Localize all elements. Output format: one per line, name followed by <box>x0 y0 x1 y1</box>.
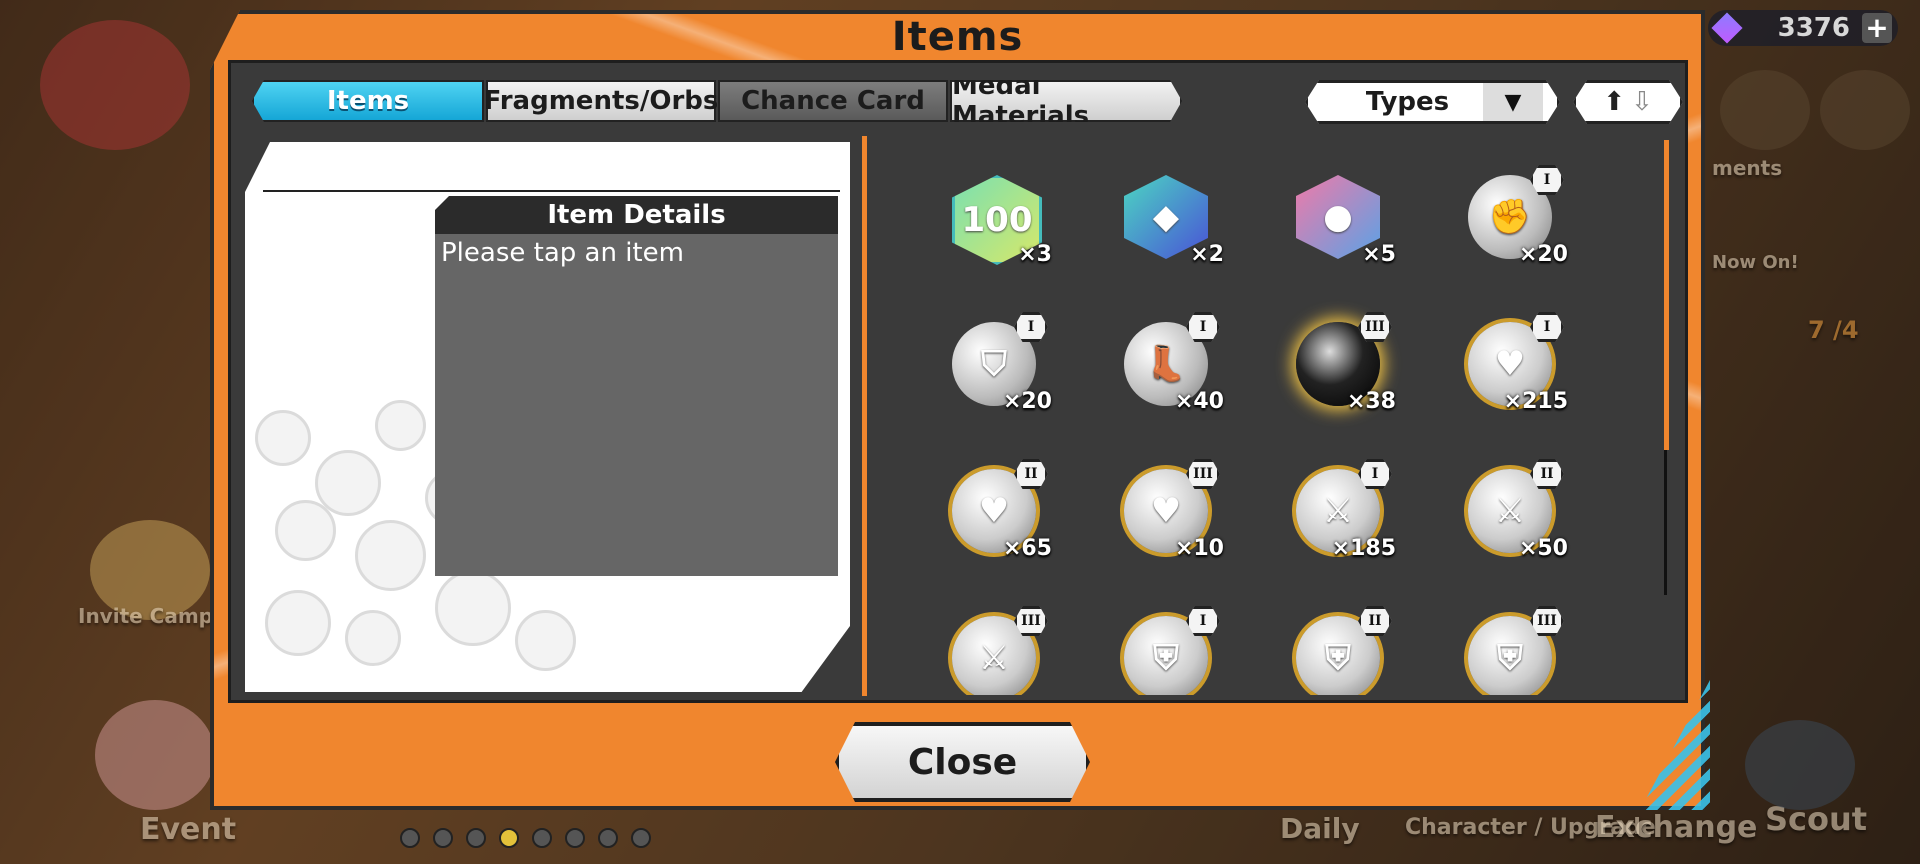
close-button[interactable]: Close <box>835 722 1090 802</box>
item-slot[interactable]: ◆ ×2 <box>1114 165 1224 275</box>
item-quantity: ×215 <box>1503 389 1568 414</box>
chevron-down-icon: ▼ <box>1483 83 1543 121</box>
item-quantity: ×185 <box>1331 536 1396 561</box>
item-quantity: ×40 <box>1174 389 1224 414</box>
types-filter-dropdown[interactable]: Types ▼ <box>1305 80 1560 124</box>
item-slot[interactable]: ♥ I ×215 <box>1458 312 1568 422</box>
page-dot[interactable] <box>598 828 618 848</box>
menu-icon <box>1820 70 1910 150</box>
page-dot[interactable] <box>466 828 486 848</box>
avatar-icon <box>40 20 190 150</box>
item-slot[interactable]: ⚔ I ×185 <box>1286 459 1396 569</box>
add-currency-button[interactable]: + <box>1862 13 1892 43</box>
currency-amount: 3376 <box>1777 13 1850 43</box>
now-on-label: Now On! <box>1712 252 1799 273</box>
item-slot[interactable]: ● ×5 <box>1286 165 1396 275</box>
page-indicator <box>400 828 651 848</box>
item-slot[interactable]: ♥ II ×65 <box>942 459 1052 569</box>
gem-icon <box>1711 12 1743 44</box>
page-dot[interactable] <box>565 828 585 848</box>
dialog-title: Items <box>891 14 1024 60</box>
tab-items[interactable]: Items <box>252 80 484 122</box>
item-quantity: ×5 <box>1362 242 1396 267</box>
item-quantity: ×38 <box>1346 389 1396 414</box>
item-slot[interactable]: ⛨ I <box>1114 606 1224 695</box>
counter-label: 7 /4 <box>1808 316 1859 344</box>
ments-label: ments <box>1712 156 1783 180</box>
item-slot[interactable]: ⛨ III <box>1458 606 1568 695</box>
item-quantity: ×2 <box>1190 242 1224 267</box>
item-quantity: ×50 <box>1518 536 1568 561</box>
item-slot[interactable]: ⚔ III <box>942 606 1052 695</box>
arrow-up-icon: ⬆ <box>1603 87 1625 117</box>
item-slot[interactable]: ♥ III ×10 <box>1114 459 1224 569</box>
item-quantity: ×65 <box>1002 536 1052 561</box>
scrollbar-thumb[interactable] <box>1664 140 1669 450</box>
item-details-text: Please tap an item <box>441 238 684 268</box>
item-quantity: ×10 <box>1174 536 1224 561</box>
scout-icon <box>1745 720 1855 810</box>
item-slot[interactable]: ✊ I ×20 <box>1458 165 1568 275</box>
daily-label: Daily <box>1280 812 1360 845</box>
panel-divider <box>862 136 867 696</box>
scrollbar-track[interactable] <box>1664 450 1667 595</box>
item-slot[interactable]: III ×38 <box>1286 312 1396 422</box>
arrow-down-icon: ⇩ <box>1631 87 1653 117</box>
item-details-body <box>435 234 838 576</box>
item-details-header: Item Details <box>435 196 838 234</box>
gift-icon <box>1720 70 1810 150</box>
items-grid: 100 ×3 ◆ ×2 ● ×5 ✊ I ×20 ⛉ I ×20 👢 I ×40 III ×38 ♥ I ×215 ♥ I… <box>872 140 1662 695</box>
item-quantity: ×3 <box>1018 242 1052 267</box>
page-dot[interactable] <box>631 828 651 848</box>
tab-medal-materials[interactable]: Medal Materials <box>950 80 1182 122</box>
item-slot[interactable]: ⛉ I ×20 <box>942 312 1052 422</box>
page-dot[interactable] <box>499 828 519 848</box>
item-slot[interactable]: 👢 I ×40 <box>1114 312 1224 422</box>
item-slot[interactable]: ⛨ II <box>1286 606 1396 695</box>
event-label: Event <box>140 812 237 847</box>
exchange-label: Exchange <box>1595 810 1758 845</box>
item-slot[interactable]: 100 ×3 <box>942 165 1052 275</box>
item-quantity: ×20 <box>1002 389 1052 414</box>
page-dot[interactable] <box>400 828 420 848</box>
page-dot[interactable] <box>532 828 552 848</box>
item-slot[interactable]: ⚔ II ×50 <box>1458 459 1568 569</box>
sort-order-button[interactable]: ⬆ ⇩ <box>1573 80 1683 124</box>
page-dot[interactable] <box>433 828 453 848</box>
detail-divider <box>263 190 840 192</box>
currency-counter: 3376 + <box>1708 10 1898 46</box>
tab-fragments-orbs[interactable]: Fragments/Orbs <box>484 80 718 122</box>
chopper-icon <box>95 700 215 810</box>
tab-chance-card[interactable]: Chance Card <box>718 80 948 122</box>
item-quantity: ×20 <box>1518 242 1568 267</box>
